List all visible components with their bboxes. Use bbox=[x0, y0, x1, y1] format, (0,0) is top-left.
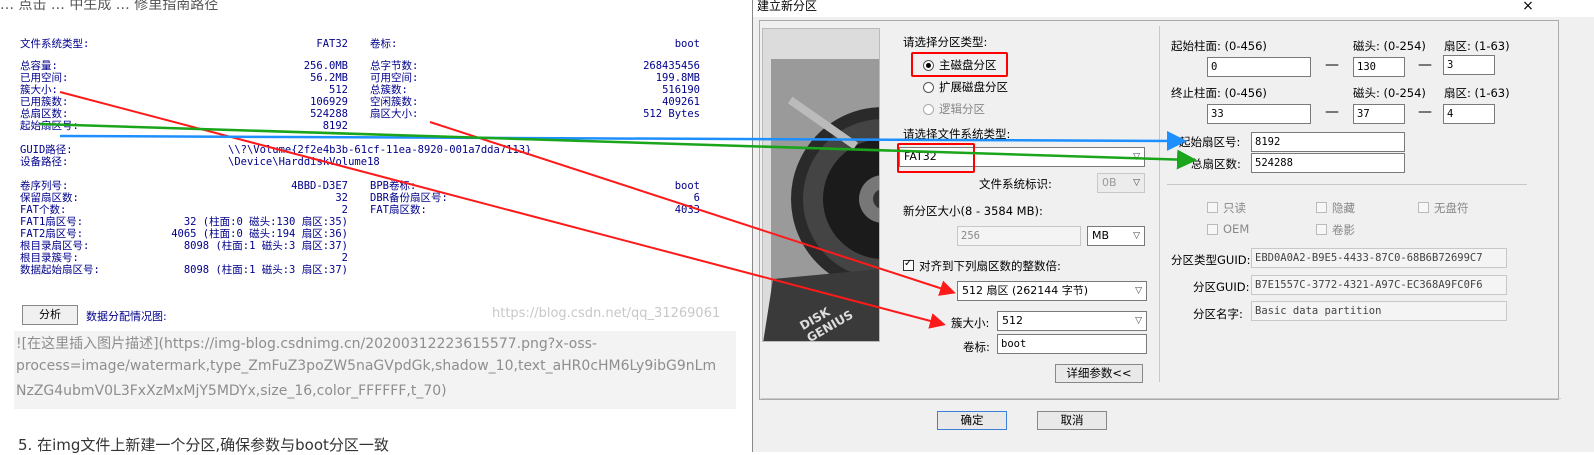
green-arrow-total-sectors bbox=[39, 122, 1197, 170]
red-arrow-sector-size bbox=[429, 121, 956, 296]
blue-arrow-start-sector bbox=[59, 130, 1187, 151]
red-arrow-cluster bbox=[59, 91, 946, 329]
annotation-arrows bbox=[39, 91, 1197, 329]
